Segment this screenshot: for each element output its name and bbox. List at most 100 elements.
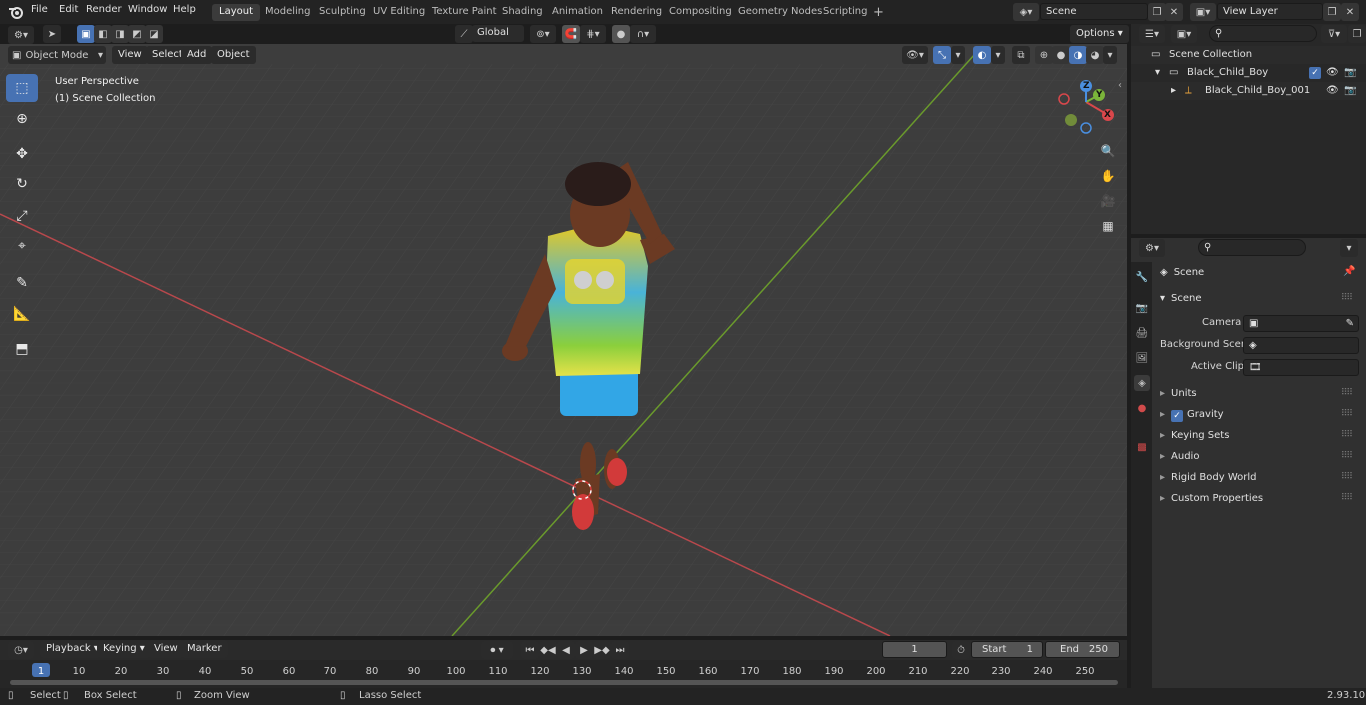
- xray-toggle-icon[interactable]: ⧉: [1012, 46, 1030, 64]
- tab-modeling[interactable]: Modeling: [258, 4, 318, 21]
- timeline-menu-playback[interactable]: Playback ▾: [40, 640, 105, 658]
- tab-texture-paint[interactable]: Texture Paint: [425, 4, 504, 21]
- tab-animation[interactable]: Animation: [545, 4, 610, 21]
- overlays-toggle-icon[interactable]: ◐: [973, 46, 991, 64]
- menu-help[interactable]: Help: [173, 4, 196, 15]
- units-subpanel[interactable]: ▸ Units ⠿⠿: [1160, 388, 1360, 399]
- scene-name-field[interactable]: Scene: [1040, 3, 1148, 20]
- exclude-checkbox[interactable]: ✓: [1309, 67, 1321, 79]
- tab-geometry-nodes[interactable]: Geometry Nodes: [731, 4, 829, 21]
- outliner-row-scene-collection[interactable]: ▭ Scene Collection: [1131, 46, 1366, 64]
- outliner-search-input[interactable]: ⚲: [1209, 25, 1317, 42]
- pan-hand-icon[interactable]: ✋: [1097, 165, 1119, 187]
- viewport-menu-object[interactable]: Object: [211, 46, 256, 64]
- auto-keying-icon[interactable]: ⏺ ▾: [481, 641, 513, 659]
- start-frame-field[interactable]: Start 1: [971, 641, 1043, 658]
- next-keyframe-icon[interactable]: ▶◆: [593, 641, 611, 659]
- render-tab-icon[interactable]: 📷: [1134, 300, 1150, 316]
- select-mode-subtract-icon[interactable]: ◨: [111, 25, 129, 43]
- camera-view-icon[interactable]: 🎥: [1097, 190, 1119, 212]
- view-layer-browse-icon[interactable]: ▣▾: [1190, 3, 1216, 21]
- play-icon[interactable]: ▶: [575, 641, 593, 659]
- end-frame-field[interactable]: End 250: [1045, 641, 1120, 658]
- navigation-gizmo[interactable]: X Y Z: [1056, 78, 1120, 138]
- outliner-row-black-child-boy-001[interactable]: ▸ ⟂ Black_Child_Boy_001 👁 📷: [1131, 82, 1366, 100]
- properties-search-input[interactable]: ⚲: [1198, 239, 1306, 256]
- timeline-menu-keying[interactable]: Keying ▾: [97, 640, 151, 658]
- cursor-tool-icon[interactable]: ⊕: [6, 105, 38, 133]
- tab-sculpting[interactable]: Sculpting: [312, 4, 373, 21]
- transform-tool-icon[interactable]: ⌖: [6, 232, 38, 260]
- timeline-menu-view[interactable]: View: [148, 640, 184, 658]
- output-tab-icon[interactable]: 🖨: [1134, 325, 1150, 341]
- active-clip-field[interactable]: 🎞: [1243, 359, 1359, 376]
- shading-rendered-icon[interactable]: ◕: [1086, 46, 1104, 64]
- gizmo-dropdown-icon[interactable]: ▾: [951, 46, 965, 64]
- shading-solid-icon[interactable]: ●: [1052, 46, 1070, 64]
- snap-target-icon[interactable]: ⋕▾: [580, 25, 606, 43]
- proportional-falloff-icon[interactable]: ∩▾: [630, 25, 656, 43]
- tab-compositing[interactable]: Compositing: [662, 4, 739, 21]
- new-collection-icon[interactable]: ❐: [1348, 25, 1366, 43]
- select-box-tool-icon[interactable]: ⬚: [6, 74, 38, 102]
- use-preview-range-icon[interactable]: ⏱: [952, 641, 970, 659]
- drag-handle-icon[interactable]: ⠿⠿: [1341, 430, 1353, 440]
- tab-shading[interactable]: Shading: [495, 4, 550, 21]
- drag-handle-icon[interactable]: ⠿⠿: [1341, 493, 1353, 503]
- tab-layout[interactable]: Layout: [212, 4, 260, 21]
- blender-logo-icon[interactable]: [8, 4, 24, 20]
- timeline-menu-marker[interactable]: Marker: [181, 640, 228, 658]
- eyedropper-icon[interactable]: ✎: [1346, 318, 1354, 329]
- drag-handle-icon[interactable]: ⠿⠿: [1341, 293, 1353, 303]
- sidebar-toggle-icon[interactable]: ‹: [1118, 80, 1122, 91]
- viewport-menu-view[interactable]: View: [112, 46, 148, 64]
- pin-icon[interactable]: 📌: [1343, 266, 1355, 277]
- menu-render[interactable]: Render: [86, 4, 122, 15]
- shading-dropdown-icon[interactable]: ▾: [1103, 46, 1117, 64]
- zoom-icon[interactable]: 🔍: [1097, 140, 1119, 162]
- viewport-menu-add[interactable]: Add: [181, 46, 213, 64]
- shading-wireframe-icon[interactable]: ⊕: [1035, 46, 1053, 64]
- select-mode-extend-icon[interactable]: ◧: [94, 25, 112, 43]
- custom-properties-subpanel[interactable]: ▸ Custom Properties ⠿⠿: [1160, 493, 1360, 504]
- tool-tab-icon[interactable]: 🔧: [1134, 269, 1150, 285]
- eye-icon[interactable]: 👁: [1326, 85, 1339, 96]
- 3d-viewport[interactable]: [0, 44, 1127, 636]
- tab-uv-editing[interactable]: UV Editing: [366, 4, 432, 21]
- display-mode-icon[interactable]: ▣▾: [1171, 25, 1197, 43]
- gravity-checkbox[interactable]: ✓: [1171, 410, 1184, 422]
- add-cube-tool-icon[interactable]: ⬒: [6, 335, 38, 363]
- transform-orientation-select[interactable]: Global: [472, 25, 524, 42]
- menu-window[interactable]: Window: [128, 4, 167, 15]
- drag-handle-icon[interactable]: ⠿⠿: [1341, 472, 1353, 482]
- rigid-body-world-subpanel[interactable]: ▸ Rigid Body World ⠿⠿: [1160, 472, 1360, 483]
- jump-end-icon[interactable]: ⏭: [611, 641, 629, 659]
- drag-handle-icon[interactable]: ⠿⠿: [1341, 409, 1353, 419]
- options-button[interactable]: Options ▾: [1070, 25, 1129, 43]
- play-reverse-icon[interactable]: ◀: [557, 641, 575, 659]
- move-tool-icon[interactable]: ✥: [6, 140, 38, 168]
- scene-panel-header[interactable]: ▾ Scene ⠿⠿: [1160, 293, 1360, 304]
- timeline-editor-type-icon[interactable]: ◷▾: [8, 641, 34, 659]
- proportional-edit-icon[interactable]: ●: [612, 25, 630, 43]
- editor-type-icon[interactable]: ⚙▾: [8, 26, 34, 44]
- texture-tab-icon[interactable]: ▩: [1134, 439, 1150, 455]
- prev-keyframe-icon[interactable]: ◆◀: [539, 641, 557, 659]
- drag-handle-icon[interactable]: ⠿⠿: [1341, 451, 1353, 461]
- outliner-row-black-child-boy[interactable]: ▾ ▭ Black_Child_Boy ✓ 👁 📷: [1131, 64, 1366, 82]
- delete-scene-icon[interactable]: ✕: [1165, 3, 1183, 21]
- snap-toggle-icon[interactable]: 🧲: [562, 25, 580, 43]
- measure-tool-icon[interactable]: 📐: [6, 300, 38, 328]
- view-layer-name-field[interactable]: View Layer: [1217, 3, 1323, 20]
- render-camera-icon[interactable]: 📷: [1344, 85, 1356, 96]
- audio-subpanel[interactable]: ▸ Audio ⠿⠿: [1160, 451, 1360, 462]
- rotate-tool-icon[interactable]: ↻: [6, 170, 38, 198]
- keying-sets-subpanel[interactable]: ▸ Keying Sets ⠿⠿: [1160, 430, 1360, 441]
- pivot-point-icon[interactable]: ⊚▾: [530, 25, 556, 43]
- tab-rendering[interactable]: Rendering: [604, 4, 669, 21]
- new-scene-icon[interactable]: ❐: [1148, 3, 1166, 21]
- view-layer-tab-icon[interactable]: 🖼: [1134, 350, 1150, 366]
- delete-view-layer-icon[interactable]: ✕: [1341, 3, 1359, 21]
- menu-edit[interactable]: Edit: [59, 4, 78, 15]
- jump-start-icon[interactable]: ⏮: [521, 641, 539, 659]
